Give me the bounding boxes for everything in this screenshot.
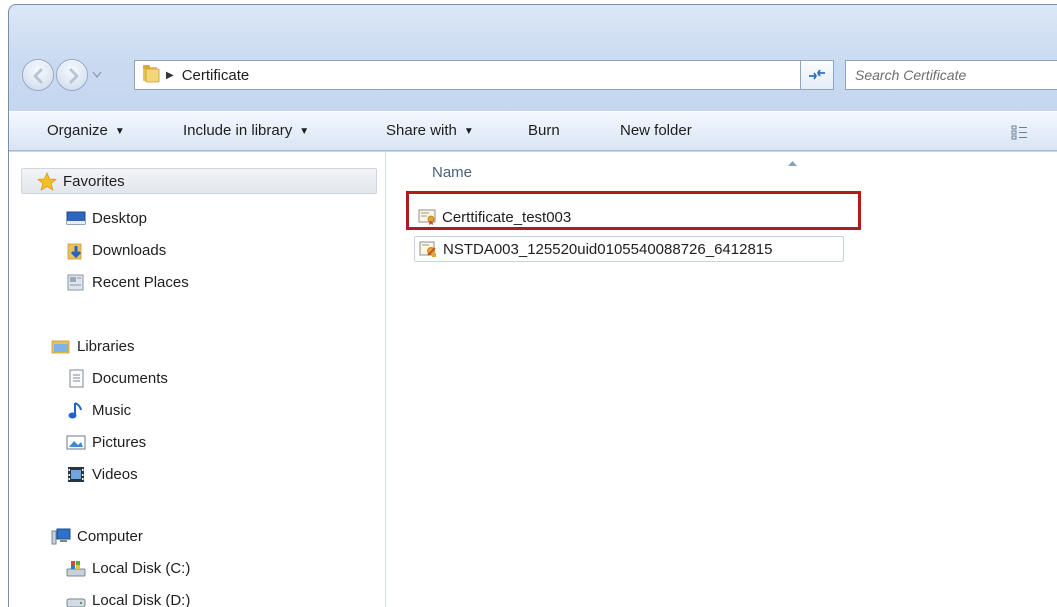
highlight-annotation-box	[406, 191, 861, 230]
organize-label: Organize	[47, 122, 108, 139]
burn-label: Burn	[528, 122, 560, 139]
favorites-label: Favorites	[63, 172, 125, 190]
navigation-pane: Favorites Desktop Downloads Recent Place…	[9, 152, 386, 607]
refresh-button[interactable]	[800, 60, 834, 90]
sidebar-item-videos[interactable]: Videos	[66, 461, 138, 487]
sidebar-item-desktop[interactable]: Desktop	[66, 205, 147, 231]
system-drive-icon	[66, 559, 86, 577]
videos-icon	[66, 465, 86, 483]
include-in-library-label: Include in library	[183, 122, 293, 139]
sidebar-item-local-disk-d[interactable]: Local Disk (D:)	[66, 587, 190, 607]
folder-icon	[142, 63, 160, 87]
star-icon	[37, 171, 57, 191]
forward-button[interactable]	[56, 59, 88, 91]
libraries-label: Libraries	[77, 337, 135, 355]
new-folder-label: New folder	[620, 122, 692, 139]
sidebar-item-local-disk-c[interactable]: Local Disk (C:)	[66, 555, 190, 581]
recent-places-label: Recent Places	[92, 273, 189, 291]
sort-ascending-icon	[788, 153, 797, 170]
sidebar-item-documents[interactable]: Documents	[66, 365, 168, 391]
libraries-icon	[51, 337, 71, 355]
file-row[interactable]: NSTDA003_125520uid0105540088726_6412815	[414, 236, 844, 262]
sidebar-item-recent-places[interactable]: Recent Places	[66, 269, 189, 295]
new-folder-button[interactable]: New folder	[620, 122, 692, 139]
recent-pages-dropdown-icon[interactable]	[92, 71, 102, 79]
include-in-library-button[interactable]: Include in library ▼	[183, 122, 309, 139]
change-view-icon[interactable]	[1011, 124, 1029, 144]
chevron-down-icon: ▼	[299, 126, 310, 137]
sidebar-item-computer[interactable]: Computer	[51, 523, 143, 549]
local-disk-d-label: Local Disk (D:)	[92, 591, 191, 607]
documents-label: Documents	[92, 369, 168, 387]
share-with-label: Share with	[386, 122, 457, 139]
hard-drive-icon	[66, 591, 86, 607]
back-arrow-icon	[33, 68, 43, 84]
search-input[interactable]	[855, 67, 1055, 83]
breadcrumb-certificate[interactable]: Certificate	[182, 67, 250, 84]
breadcrumb-separator-icon[interactable]: ▶	[166, 70, 174, 81]
explorer-window: ▶ Certificate Organize ▼ Include in libra…	[8, 4, 1057, 607]
personal-certificate-icon	[419, 240, 437, 258]
pictures-label: Pictures	[92, 433, 147, 451]
downloads-label: Downloads	[92, 241, 167, 259]
sidebar-item-favorites[interactable]: Favorites	[21, 168, 377, 194]
address-bar[interactable]: ▶ Certificate	[134, 60, 827, 90]
downloads-icon	[66, 241, 86, 259]
burn-button[interactable]: Burn	[528, 122, 560, 139]
column-header-name[interactable]: Name	[432, 164, 472, 181]
sidebar-item-music[interactable]: Music	[66, 397, 131, 423]
chevron-down-icon: ▼	[114, 126, 125, 137]
computer-icon	[51, 527, 71, 545]
search-box[interactable]	[845, 60, 1057, 90]
sidebar-item-pictures[interactable]: Pictures	[66, 429, 146, 455]
organize-button[interactable]: Organize ▼	[47, 122, 125, 139]
recent-places-icon	[66, 273, 86, 291]
chevron-down-icon: ▼	[463, 126, 474, 137]
navigation-buttons	[22, 57, 140, 93]
refresh-icon	[809, 69, 825, 80]
share-with-button[interactable]: Share with ▼	[386, 122, 474, 139]
sidebar-item-libraries[interactable]: Libraries	[51, 333, 135, 359]
command-bar: Organize ▼ Include in library ▼ Share with…	[9, 111, 1057, 151]
music-label: Music	[92, 401, 132, 419]
documents-icon	[66, 369, 86, 387]
videos-label: Videos	[92, 465, 138, 483]
computer-label: Computer	[77, 527, 143, 545]
local-disk-c-label: Local Disk (C:)	[92, 559, 191, 577]
music-icon	[66, 401, 86, 419]
pictures-icon	[66, 433, 86, 451]
desktop-label: Desktop	[92, 209, 148, 227]
file-name: NSTDA003_125520uid0105540088726_6412815	[443, 240, 773, 258]
desktop-icon	[66, 209, 86, 227]
forward-arrow-icon	[69, 68, 79, 84]
back-button[interactable]	[22, 59, 54, 91]
sidebar-item-downloads[interactable]: Downloads	[66, 237, 166, 263]
